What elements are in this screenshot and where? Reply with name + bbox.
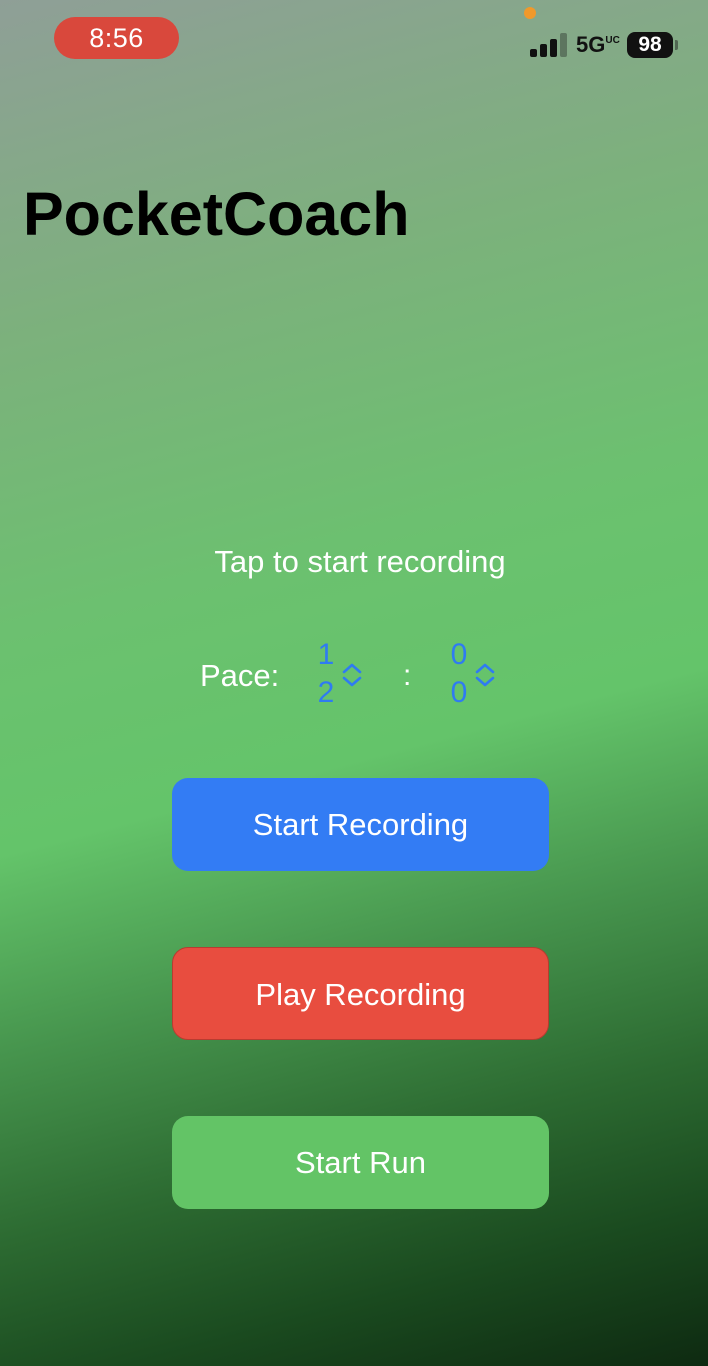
mic-indicator-dot [524,7,536,19]
start-run-button[interactable]: Start Run [172,1116,549,1209]
pace-minutes-value: 1 2 [314,636,338,712]
cellular-signal-icon [530,33,570,57]
status-time[interactable]: 8:56 [54,17,179,59]
network-type: 5G [576,32,606,57]
battery-tip [675,40,678,50]
network-indicator: 5GUC [576,32,620,58]
app-title: PocketCoach [23,180,410,248]
start-recording-button[interactable]: Start Recording [172,778,549,871]
chevron-up-down-icon[interactable] [341,662,363,688]
play-recording-button[interactable]: Play Recording [172,947,549,1040]
pace-seconds-digit: 0 [450,676,468,709]
pace-seconds-digit: 0 [450,638,468,671]
chevron-up-down-icon[interactable] [474,662,496,688]
pace-minutes-digit: 2 [317,676,335,709]
pace-separator: : [403,659,412,692]
pace-label: Pace: [200,658,280,693]
battery-level: 98 [638,33,662,56]
recording-instruction: Tap to start recording [214,544,506,579]
network-suffix: UC [605,35,620,46]
pace-minutes-stepper[interactable]: 1 2 [314,636,374,716]
pace-seconds-value: 0 0 [447,636,471,712]
pace-seconds-stepper[interactable]: 0 0 [447,636,507,716]
battery-icon: 98 [627,32,673,58]
pace-minutes-digit: 1 [317,638,335,671]
